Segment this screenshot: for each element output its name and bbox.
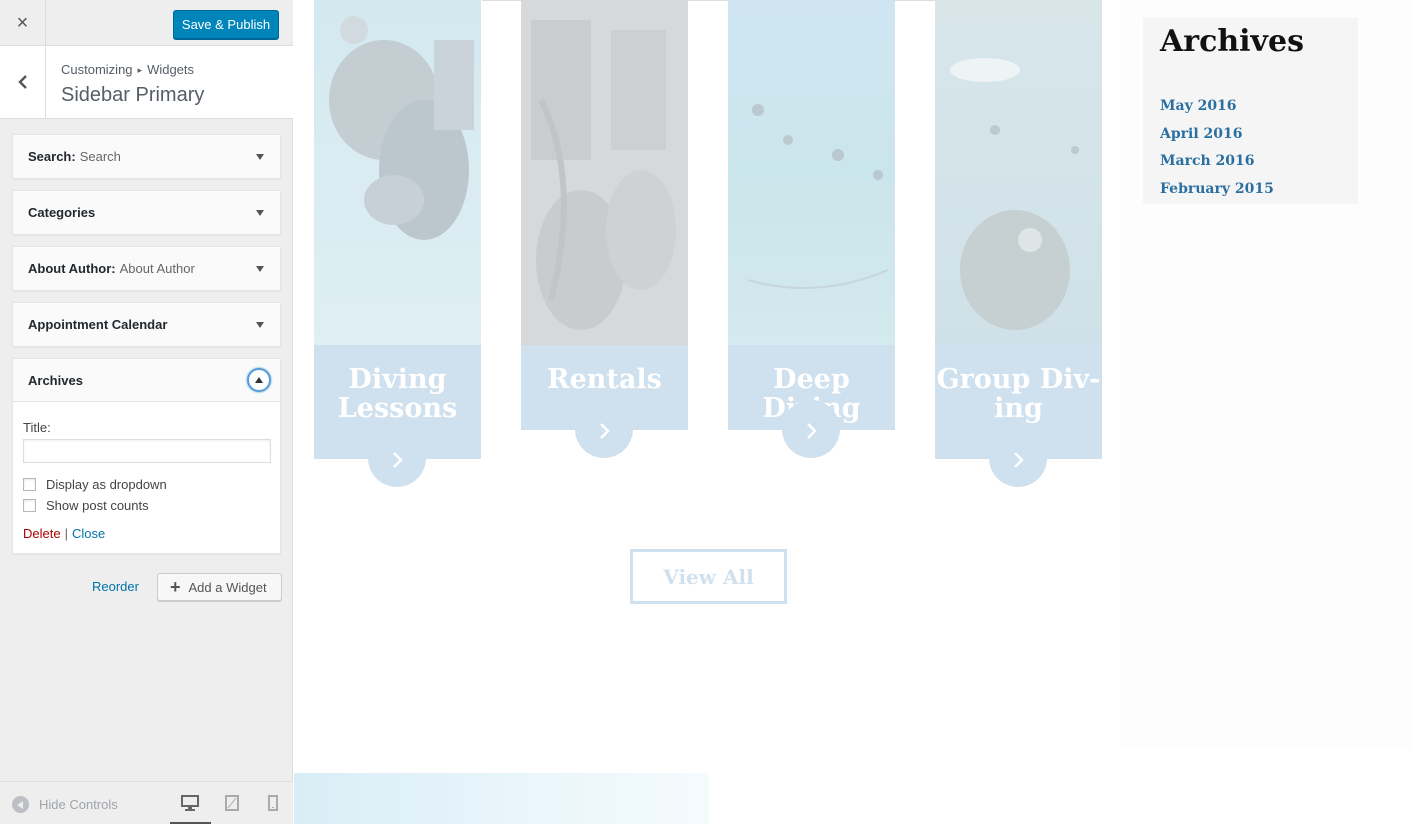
diving-lessons-image [314,0,481,345]
collapse-toggle-button[interactable] [247,368,271,392]
widget-name: Categories [28,205,96,220]
widget-categories-header[interactable]: Categories [13,191,280,234]
widget-search-header[interactable]: Search: Search [13,135,280,178]
widget-subtitle: Search [79,149,121,164]
group-diving-image [935,0,1102,345]
widget-name: Search: [28,149,76,164]
archive-link[interactable]: May 2016 [1160,93,1274,121]
close-customizer-button[interactable]: × [0,0,46,46]
desktop-preview-button[interactable] [179,793,201,813]
actions-separator: | [64,526,68,541]
widget-categories[interactable]: Categories [12,190,281,235]
card-arrow-button[interactable] [368,429,426,487]
customizer-panel: × Save & Publish Customizing ▸ Widgets Sid… [0,0,293,824]
widget-archives-form: Title: Display as dropdown Show post cou… [13,402,280,553]
caret-down-icon[interactable] [256,321,264,328]
dropdown-label: Display as dropdown [46,477,167,492]
title-input[interactable] [23,439,271,463]
widget-name: Appointment Calendar [28,317,168,332]
widget-name: Archives [28,372,83,388]
site-preview: Diving Lessons Rentals Deep Group Div-in… [293,0,1411,824]
widget-name: About Author: [28,261,116,276]
breadcrumb-child: Widgets [147,62,195,77]
bottom-banner-image [294,773,709,824]
chevron-right-icon [807,423,817,439]
add-widget-label: Add a Widget [188,579,267,595]
card-arrow-button[interactable] [782,400,840,458]
widget-archives[interactable]: Archives Title: Display as dropdown Show… [12,358,281,554]
chevron-right-icon [393,452,403,468]
back-button[interactable] [0,46,46,118]
caret-down-icon[interactable] [256,265,264,272]
caret-up-icon [255,377,263,383]
archive-link[interactable]: February 2015 [1160,176,1274,204]
rentals-image [521,0,688,345]
title-field-label: Title: [23,420,51,435]
post-counts-checkbox[interactable] [23,499,36,512]
deep-diving-image [728,0,895,345]
view-all-button[interactable]: View All [630,549,787,604]
close-widget-link[interactable]: Close [72,526,105,541]
mobile-icon [268,795,278,811]
widget-subtitle: About Author [119,261,195,276]
plus-icon: + [170,577,181,597]
section-header: Customizing ▸ Widgets Sidebar Primary [0,46,293,119]
tablet-preview-button[interactable] [221,793,243,813]
archive-link[interactable]: April 2016 [1160,121,1274,149]
card-arrow-button[interactable] [575,400,633,458]
dropdown-checkbox[interactable] [23,478,36,491]
hide-controls-button[interactable]: Hide Controls [12,796,118,813]
breadcrumb-separator: ▸ [137,65,143,75]
delete-widget-link[interactable]: Delete [23,526,61,541]
mobile-preview-button[interactable] [262,793,284,813]
widget-appointment-calendar[interactable]: Appointment Calendar [12,302,281,347]
card-arrow-button[interactable] [989,429,1047,487]
section-title: Sidebar Primary [61,84,205,106]
add-widget-button[interactable]: + Add a Widget [157,573,282,601]
customizer-footer: Hide Controls [0,781,293,824]
customizer-header: × Save & Publish [0,0,293,46]
close-icon: × [16,11,29,34]
widget-about-author-header[interactable]: About Author: About Author [13,247,280,290]
widget-archives-header[interactable]: Archives [13,359,280,402]
widget-actions: Delete | Close [23,526,270,541]
widget-appointment-calendar-header[interactable]: Appointment Calendar [13,303,280,346]
widget-about-author[interactable]: About Author: About Author [12,246,281,291]
collapse-arrow-icon [12,796,29,813]
chevron-left-icon [17,75,27,89]
archives-widget-preview: Archives May 2016 April 2016 March 2016 … [1143,18,1358,204]
dropdown-option[interactable]: Display as dropdown [23,477,270,492]
reorder-link[interactable]: Reorder [92,579,139,594]
breadcrumb: Customizing ▸ Widgets [61,62,194,77]
archives-list: May 2016 April 2016 March 2016 February … [1160,93,1274,203]
archive-link[interactable]: March 2016 [1160,148,1274,176]
chevron-right-icon [600,423,610,439]
chevron-right-icon [1014,452,1024,468]
post-counts-label: Show post counts [46,498,149,513]
hide-controls-label: Hide Controls [39,797,118,812]
post-counts-option[interactable]: Show post counts [23,498,270,513]
tablet-icon [225,795,239,811]
breadcrumb-parent: Customizing [61,62,133,77]
desktop-icon [181,795,199,811]
archives-heading: Archives [1160,24,1304,59]
widget-search[interactable]: Search: Search [12,134,281,179]
caret-down-icon[interactable] [256,153,264,160]
caret-down-icon[interactable] [256,209,264,216]
save-publish-button[interactable]: Save & Publish [173,10,279,39]
